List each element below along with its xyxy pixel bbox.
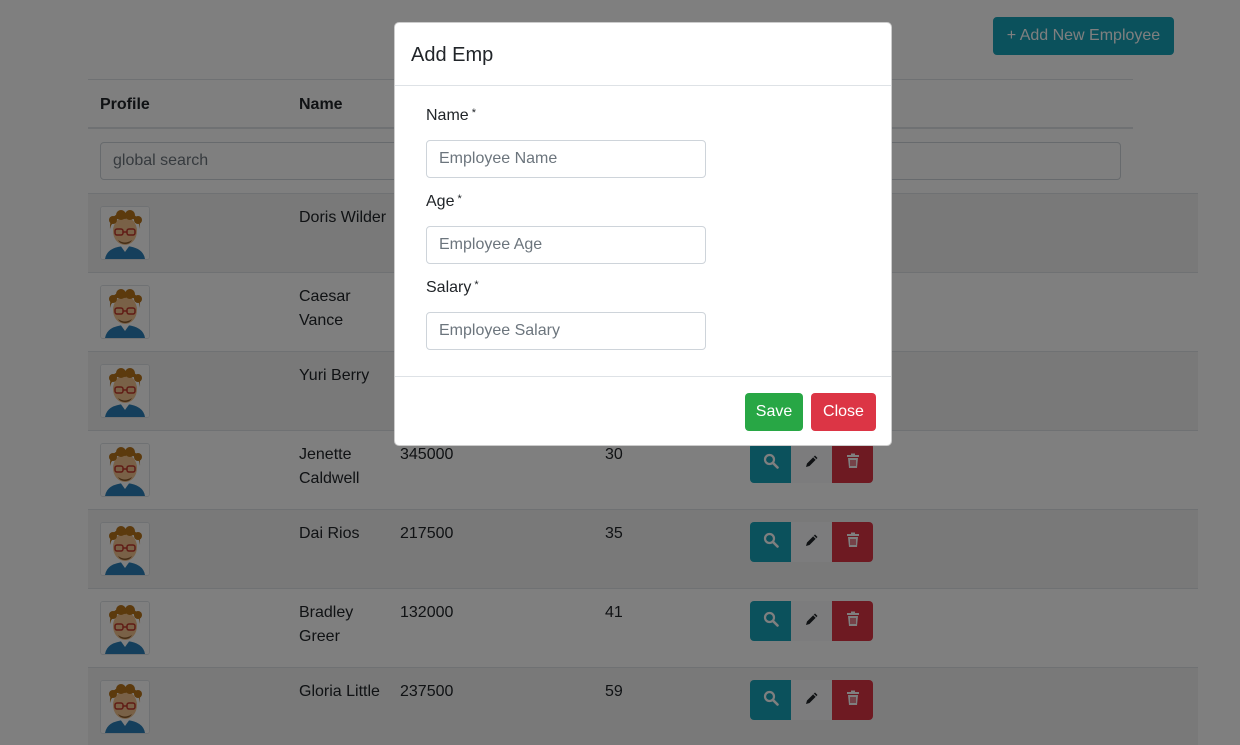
modal-header: Add Emp — [395, 23, 891, 86]
employee-age-input[interactable] — [426, 226, 706, 264]
required-mark: * — [474, 279, 479, 291]
add-employee-modal: Add Emp Name* Age* Salary* Save Close — [394, 22, 892, 446]
required-mark: * — [457, 193, 462, 205]
salary-field: Salary * — [426, 276, 706, 350]
employee-name-input[interactable] — [426, 140, 706, 178]
employee-salary-input[interactable] — [426, 312, 706, 350]
required-mark: * — [471, 107, 476, 119]
modal-title: Add Emp — [411, 44, 494, 66]
name-label: Name — [426, 107, 469, 124]
save-button[interactable]: Save — [745, 393, 803, 431]
age-field: Age * — [426, 190, 706, 264]
modal-body: Name* Age* Salary* — [395, 86, 891, 376]
age-label: Age — [426, 193, 455, 210]
name-field: Name * — [426, 104, 706, 178]
close-button[interactable]: Close — [811, 393, 876, 431]
salary-label: Salary — [426, 279, 472, 296]
modal-footer: Save Close — [395, 376, 891, 445]
